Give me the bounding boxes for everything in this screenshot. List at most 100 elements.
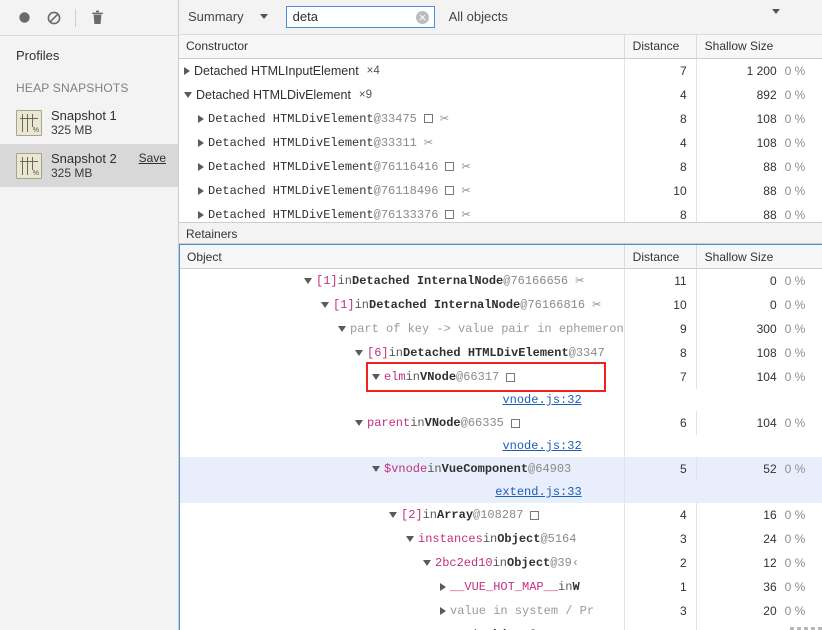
constructor-row[interactable]: Detached HTMLDivElement @76118496 ✂ 10 88 0 … [179,178,822,203]
retainer-class-name: VueComponent [441,462,529,477]
constructor-row[interactable]: Detached HTMLDivElement @33475 ✂ 8 108 0 % [179,106,822,131]
retainer-row-group[interactable]: $vnode in VueComponent @64903 5 52 0 % exten… [180,457,822,504]
retainer-property-name: __VUE_HOT_MAP__ [450,580,559,595]
collapsed-triangle-icon[interactable] [198,162,204,171]
shallow-size-percent: 0 % [784,556,806,571]
collapsed-triangle-icon[interactable] [440,583,446,592]
constructor-name-cell: Detached HTMLDivElement @33311 ✂ [179,130,625,155]
snapshot-item[interactable]: % Snapshot 1 325 MB [0,101,178,144]
expanded-triangle-icon[interactable] [321,302,329,309]
collapsed-triangle-icon[interactable] [198,186,204,195]
toolbar-overflow-chevron-down-icon[interactable] [771,9,780,28]
collapsed-triangle-icon[interactable] [198,210,204,219]
retainer-row-group[interactable]: parent in VNode @66335 6 104 0 % vnode.js:32 [180,411,822,458]
retainer-row-group[interactable]: [1] in Detached InternalNode @76166816 ✂ 1… [180,293,822,318]
retainer-row-group[interactable]: [2] in Array @108287 4 16 0 % [180,503,822,528]
column-header-retainer-shallow-size[interactable]: Shallow Size [697,245,822,269]
retainer-in-keyword: in [410,416,425,431]
retainer-name-cell: part of key -> value pair in ephemeron [180,317,625,342]
scissors-icon: ✂ [575,276,585,289]
clear-button[interactable] [40,5,68,31]
view-mode-select[interactable]: Summary [188,9,274,24]
expanded-triangle-icon[interactable] [355,420,363,427]
retainer-row[interactable]: instances in Object @5164 3 24 0 % [180,527,822,552]
retainers-section-title: Retainers [179,222,822,245]
retainer-row[interactable]: [6] in Detached HTMLDivElement @3347 8 108… [180,341,822,366]
column-header-distance[interactable]: Distance [625,34,697,58]
expanded-triangle-icon[interactable] [355,350,363,357]
retainer-row[interactable]: __VUE_HOT_MAP__ in W 1 36 0 % [180,575,822,600]
retainer-row[interactable]: [2] in Array @108287 4 16 0 % [180,503,822,528]
snapshot-item[interactable]: % Snapshot 2 325 MB Save [0,144,178,187]
retainer-row-group[interactable]: elm in VNode @66317 7 104 0 % vnode.js:32 [180,365,822,412]
clear-search-icon[interactable] [415,10,429,24]
record-button[interactable] [10,5,38,31]
object-id: @76133376 [373,207,439,222]
constructor-row[interactable]: Detached HTMLInputElement ×4 7 1 200 0 % [179,58,822,83]
source-file-link[interactable]: vnode.js:32 [502,439,581,453]
constructor-name-cell: Detached HTMLDivElement @76118496 ✂ [179,178,625,203]
expanded-triangle-icon[interactable] [338,326,346,333]
column-header-retainer-distance[interactable]: Distance [625,245,697,269]
expanded-triangle-icon[interactable] [304,278,312,285]
shallow-size-value: 108 [756,135,777,150]
retainer-in-keyword: in [354,298,370,313]
retainer-row[interactable]: parent in VNode @66335 6 104 0 % [180,411,822,436]
shallow-size-percent: 0 % [784,346,806,361]
main-area: Summary All objects Constructor Distance… [179,0,822,630]
expanded-triangle-icon[interactable] [406,536,414,543]
retainer-row-group[interactable]: [1] in Detached InternalNode @76166656 ✂ 1… [180,269,822,294]
retainer-in-keyword: in [388,346,404,361]
expanded-triangle-icon[interactable] [423,560,431,567]
retainer-row[interactable]: value in system / Pr 3 20 0 % [180,599,822,624]
shallow-size-value: 20 [763,604,777,619]
retainer-row[interactable]: elm in VNode @66317 7 104 0 % [180,365,822,390]
constructor-name-cell: Detached HTMLInputElement ×4 [179,58,625,83]
constructor-row[interactable]: Detached HTMLDivElement ×9 4 892 0 % [179,82,822,107]
collapsed-triangle-icon[interactable] [184,66,190,75]
detached-dom-square-icon [445,186,455,195]
shallow-size-value: 108 [756,111,777,126]
retainer-row[interactable]: 2bc2ed10 in Object @39‹ 2 12 0 % [180,551,822,576]
source-file-link[interactable]: extend.js:33 [495,485,581,499]
expanded-triangle-icon[interactable] [389,512,397,519]
retainer-in-keyword: in [482,532,498,547]
retainer-row-group[interactable]: [6] in Detached HTMLDivElement @3347 8 108… [180,341,822,366]
scissors-icon: ✂ [423,137,434,149]
retainer-distance-cell: 8 [625,341,697,366]
retainer-row-group[interactable]: value in system / Pr 3 20 0 % [180,599,822,624]
expanded-triangle-icon[interactable] [184,91,192,98]
object-filter-select[interactable]: All objects [449,9,508,24]
save-snapshot-link[interactable]: Save [139,149,166,165]
search-input[interactable] [286,9,405,25]
constructor-row[interactable]: Detached HTMLDivElement @76116416 ✂ 8 88 0 % [179,154,822,179]
constructor-label: Detached HTMLDivElement [208,207,374,222]
shallow-size-percent: 0 % [784,183,806,198]
collapsed-triangle-icon[interactable] [440,607,446,616]
retainer-row-group[interactable]: __VUE_HOT_MAP__ in W 1 36 0 % [180,575,822,600]
retainer-row[interactable]: [1] in Detached InternalNode @76166656 ✂ 1… [180,269,822,294]
collapsed-triangle-icon[interactable] [198,138,204,147]
retainer-row-group[interactable]: map in Object @516159120 % [180,623,822,630]
source-file-link[interactable]: vnode.js:32 [502,393,581,407]
column-header-shallow-size[interactable]: Shallow Size [697,35,822,59]
shallow-size-percent: 0 % [784,462,806,477]
constructor-row[interactable]: Detached HTMLDivElement @76133376 ✂ 8 88 0 % [179,202,822,223]
retainer-row[interactable]: map in Object @516159120 % [180,623,822,630]
expanded-triangle-icon[interactable] [372,466,380,473]
collapsed-triangle-icon[interactable] [198,114,204,123]
constructor-row[interactable]: Detached HTMLDivElement @33311 ✂ 4 108 0 % [179,130,822,155]
column-header-object[interactable]: Object [180,245,625,269]
retainer-row-group[interactable]: part of key -> value pair in ephemeron 9 3… [180,317,822,342]
retainer-row[interactable]: [1] in Detached InternalNode @76166816 ✂ 1… [180,293,822,318]
retainer-row[interactable]: part of key -> value pair in ephemeron 9 3… [180,317,822,342]
retainer-object-id: @64903 [528,462,572,477]
retainer-class-name: Detached InternalNode [352,274,504,289]
column-header-constructor[interactable]: Constructor [179,34,625,58]
delete-button[interactable] [83,5,111,31]
expanded-triangle-icon[interactable] [372,374,380,381]
retainer-row-group[interactable]: instances in Object @5164 3 24 0 % [180,527,822,552]
search-box[interactable] [285,5,435,28]
retainer-row[interactable]: $vnode in VueComponent @64903 5 52 0 % [180,457,822,482]
retainer-row-group[interactable]: 2bc2ed10 in Object @39‹ 2 12 0 % [180,551,822,576]
